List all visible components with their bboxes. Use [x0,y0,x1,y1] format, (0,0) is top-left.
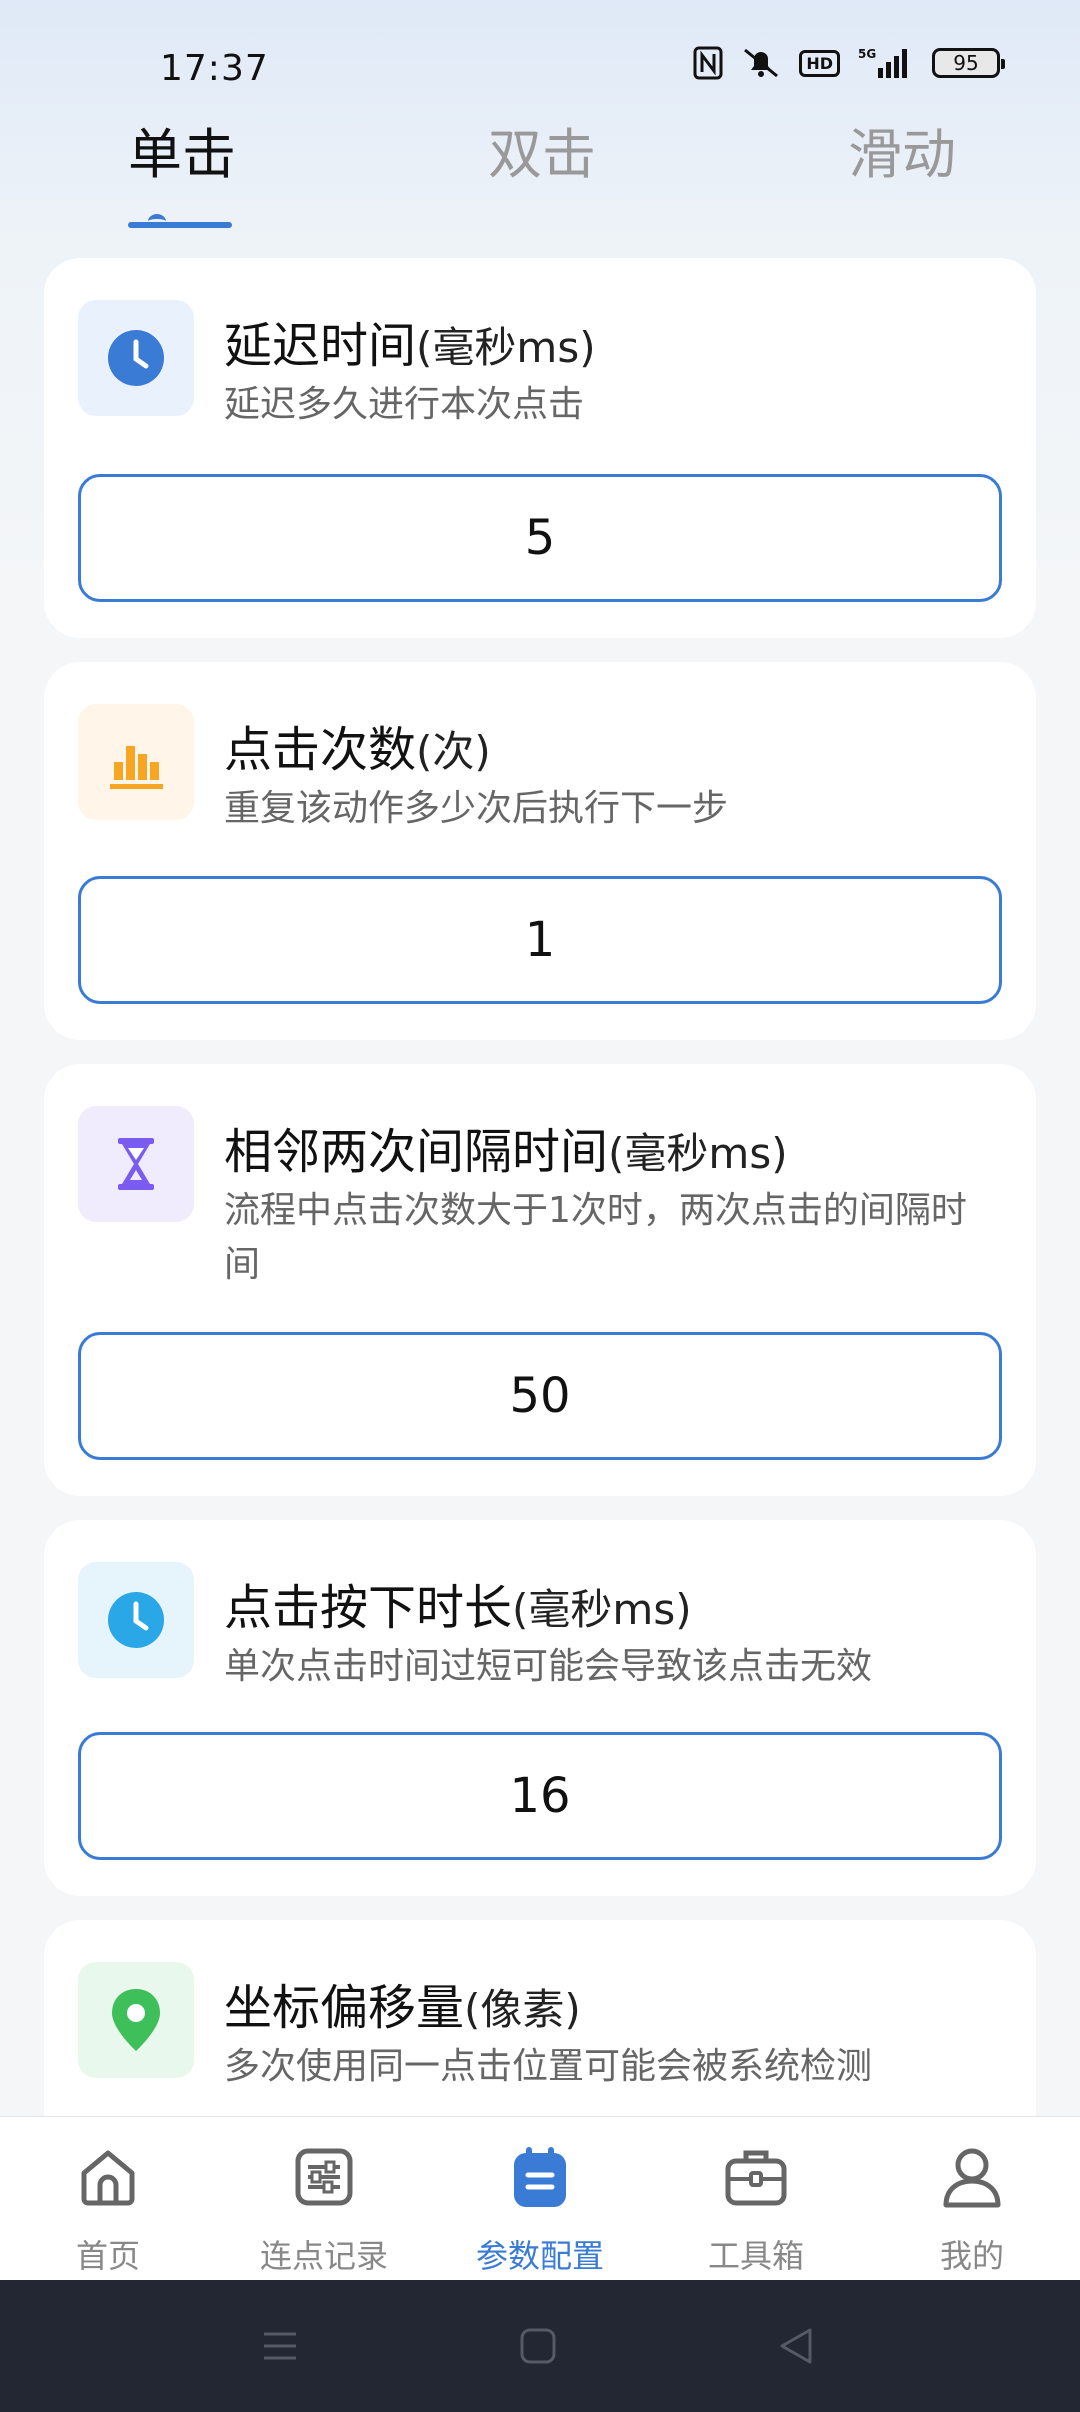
click-count-card: 点击次数(次) 重复该动作多少次后执行下一步 1 [44,662,1036,1040]
press-duration-input[interactable]: 16 [78,1732,1002,1860]
interval-time-input[interactable]: 50 [78,1332,1002,1460]
menu-icon[interactable] [250,2316,310,2376]
card-title-text: 延迟时间 [224,318,417,374]
svg-text:5G: 5G [858,47,876,61]
card-unit: (毫秒ms) [512,1585,692,1634]
tab-single-click[interactable]: 单击 [128,110,236,189]
mute-icon [741,46,781,80]
mode-tabs: 单击 双击 滑动 [0,110,1080,230]
card-title: 延迟时间(毫秒ms) [224,306,596,376]
card-title: 相邻两次间隔时间(毫秒ms) [224,1112,788,1182]
battery-icon: 95 [932,48,1005,78]
bar-chart-icon [78,704,194,820]
card-title: 点击次数(次) [224,710,491,780]
press-duration-card: 点击按下时长(毫秒ms) 单次点击时间过短可能会导致该点击无效 16 [44,1520,1036,1896]
nav-label: 连点记录 [259,2237,388,2275]
nav-home[interactable]: 首页 [28,2141,188,2277]
back-icon[interactable] [766,2316,826,2376]
clock-icon [78,1562,194,1678]
nav-mine[interactable]: 我的 [892,2141,1052,2277]
card-title: 点击按下时长(毫秒ms) [224,1568,692,1638]
card-description: 重复该动作多少次后执行下一步 [224,788,729,829]
card-title-text: 相邻两次间隔时间 [224,1124,609,1180]
tab-double-click[interactable]: 双击 [488,110,596,189]
card-title-text: 点击按下时长 [224,1580,513,1636]
nav-parameter-config[interactable]: 参数配置 [460,2141,620,2277]
card-unit: (毫秒ms) [608,1129,788,1178]
home-icon [81,2150,135,2206]
card-description: 多次使用同一点击位置可能会被系统检测 [224,2046,873,2087]
clock-icon [78,300,194,416]
click-count-input[interactable]: 1 [78,876,1002,1004]
status-time: 17:37 [160,48,269,89]
interval-time-card: 相邻两次间隔时间(毫秒ms) 流程中点击次数大于1次时，两次点击的间隔时间 50 [44,1064,1036,1496]
hd-icon: HD [799,49,840,77]
home-button-icon[interactable] [508,2316,568,2376]
config-icon [514,2147,566,2207]
status-icons: HD 5G 95 [693,46,1005,80]
system-navigation-bar [0,2280,1080,2412]
nav-label: 工具箱 [707,2237,804,2275]
card-unit: (像素) [464,1985,581,2034]
delay-time-card: 延迟时间(毫秒ms) 延迟多久进行本次点击 5 [44,258,1036,638]
card-unit: (次) [416,727,491,776]
card-description: 流程中点击次数大于1次时，两次点击的间隔时间 [224,1190,967,1285]
nav-label: 我的 [939,2237,1004,2275]
card-title-text: 坐标偏移量 [224,1980,465,2036]
card-title-text: 点击次数 [224,722,417,778]
card-description: 延迟多久进行本次点击 [224,384,585,425]
bottom-navigation: 首页 连点记录 参数配置 工具箱 我的 [0,2116,1080,2280]
nav-label: 参数配置 [475,2237,604,2275]
nav-toolbox[interactable]: 工具箱 [676,2141,836,2277]
card-title: 坐标偏移量(像素) [224,1968,581,2038]
toolbox-icon [725,2150,787,2206]
tab-swipe[interactable]: 滑动 [848,110,956,189]
tab-indicator [128,214,232,228]
nav-click-records[interactable]: 连点记录 [244,2141,404,2277]
nav-label: 首页 [75,2237,140,2275]
5g-signal-icon: 5G [858,46,914,80]
sliders-icon [295,2148,353,2206]
card-unit: (毫秒ms) [416,323,596,372]
hourglass-icon [78,1106,194,1222]
delay-time-input[interactable]: 5 [78,474,1002,602]
user-icon [943,2148,1001,2208]
nfc-icon [693,46,723,80]
card-description: 单次点击时间过短可能会导致该点击无效 [224,1646,873,1687]
location-pin-icon [78,1962,194,2078]
